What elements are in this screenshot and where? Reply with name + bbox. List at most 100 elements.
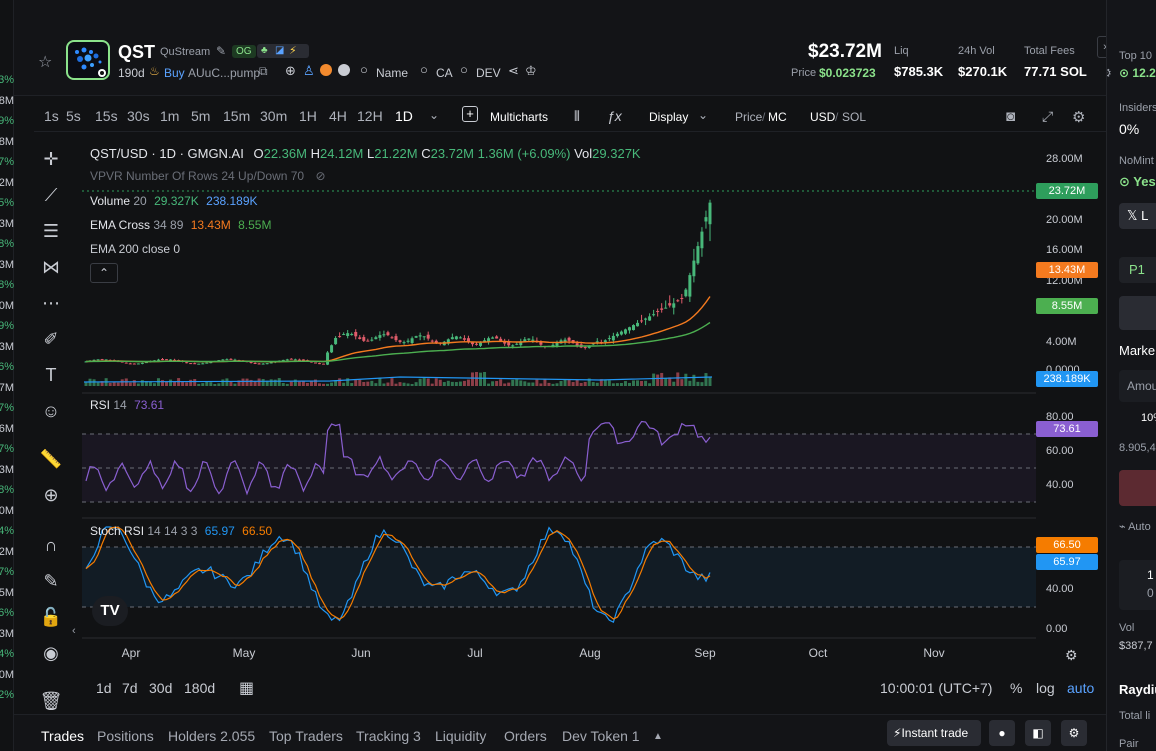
- volume-bar: [257, 378, 261, 386]
- collapse-legend-button[interactable]: ⌃: [90, 263, 118, 283]
- candle-body: [322, 363, 326, 365]
- chart-legend-main: QST/USD · 1D · GMGN.AI O22.36M H24.12M L…: [90, 146, 641, 161]
- volume-bar: [595, 382, 599, 386]
- stoch-axis-tick: 40.00: [1046, 583, 1074, 595]
- candle-body: [221, 359, 225, 361]
- volume-bar: [442, 382, 446, 386]
- tradingview-logo: TV: [92, 596, 128, 626]
- buy-button[interactable]: [1119, 470, 1156, 506]
- volume-bar: [92, 379, 96, 386]
- volume-bar: [636, 380, 640, 386]
- tab-positions[interactable]: Positions: [97, 728, 154, 744]
- eye-off-icon[interactable]: ⊘: [315, 169, 325, 183]
- clock[interactable]: 10:00:01 (UTC+7): [880, 680, 992, 696]
- tab-holders[interactable]: Holders 2.055: [168, 728, 255, 744]
- volume-bar: [233, 383, 237, 386]
- tab-top-traders[interactable]: Top Traders: [269, 728, 343, 744]
- layout-icon[interactable]: ◧: [1025, 720, 1051, 746]
- price-axis-tick: 4.00M: [1046, 336, 1077, 348]
- calendar-icon[interactable]: ▦: [239, 678, 254, 698]
- preset-p1[interactable]: P1: [1119, 257, 1156, 283]
- x-axis-tick: Jul: [467, 646, 482, 660]
- candle-body: [636, 322, 640, 327]
- tab-liquidity[interactable]: Liquidity: [435, 728, 486, 744]
- volume-bar: [201, 383, 205, 386]
- volume-bar: [627, 382, 631, 386]
- caret-up-icon[interactable]: ▲: [653, 731, 663, 742]
- candle-body: [672, 303, 676, 308]
- range-7d[interactable]: 7d: [122, 680, 138, 696]
- volume-bar: [535, 379, 539, 386]
- volume-bar: [676, 372, 680, 386]
- candle-body: [527, 338, 531, 340]
- chart-canvas[interactable]: 28.00M20.00M16.00M12.00M4.00M0.000080.00…: [0, 0, 1106, 700]
- x-axis-tick: Aug: [579, 646, 600, 660]
- volume-bar: [619, 383, 623, 386]
- volume-bar: [555, 383, 559, 386]
- vol-value-right: $387,7: [1119, 640, 1153, 652]
- volume-bar: [293, 379, 297, 386]
- candle-body: [382, 334, 386, 336]
- volume-bar: [350, 383, 354, 386]
- candle-body: [140, 362, 144, 364]
- stoch-k-tag: 65.97: [1036, 554, 1098, 570]
- candle-body: [450, 337, 454, 340]
- volume-bar: [140, 380, 144, 386]
- candle-body: [249, 361, 253, 363]
- settings-bottom-icon[interactable]: ⚙: [1061, 720, 1087, 746]
- rsi-axis-tick: 40.00: [1046, 479, 1074, 491]
- range-30d[interactable]: 30d: [149, 680, 172, 696]
- candle-body: [611, 335, 615, 341]
- volume-bar: [221, 379, 225, 386]
- range-1d[interactable]: 1d: [96, 680, 112, 696]
- stoch-legend: Stoch RSI 14 14 3 3 65.97 66.50: [90, 524, 273, 538]
- volume-bar: [499, 379, 503, 386]
- candle-body: [627, 327, 631, 331]
- candle-body: [386, 332, 390, 336]
- candle-body: [619, 331, 623, 335]
- tab-dev-token[interactable]: Dev Token 1: [562, 728, 640, 744]
- range-180d[interactable]: 180d: [184, 680, 215, 696]
- volume-bar: [305, 383, 309, 386]
- candle-body: [165, 359, 169, 361]
- bubble-icon[interactable]: ●: [989, 720, 1015, 746]
- candle-body: [374, 337, 378, 340]
- ema34-line: [85, 296, 711, 363]
- instant-trade-button[interactable]: ⚡Instant trade: [887, 720, 981, 746]
- volume-bar: [213, 383, 217, 386]
- volume-bar: [225, 378, 229, 386]
- auto-toggle[interactable]: auto: [1067, 680, 1094, 696]
- x-share-button[interactable]: 𝕏 L: [1119, 203, 1156, 229]
- volume-bar: [84, 382, 88, 386]
- volume-bar: [696, 381, 700, 386]
- right-panel: Top 10 ⚙ ⊙ 12.2 Insiders 0% NoMint ⊙ Yes…: [1106, 0, 1156, 751]
- candle-body: [664, 307, 668, 309]
- candle-body: [293, 359, 297, 361]
- volume-bar: [382, 383, 386, 386]
- auto-label[interactable]: ⌁ Auto: [1119, 520, 1151, 533]
- volume-bar: [543, 378, 547, 386]
- stoch-d-tag: 66.50: [1036, 537, 1098, 553]
- log-toggle[interactable]: log: [1036, 680, 1055, 696]
- volume-bar: [692, 374, 696, 386]
- percent-preset[interactable]: 10%: [1141, 412, 1156, 424]
- volume-bar: [261, 379, 265, 386]
- market-tab[interactable]: Marke: [1119, 343, 1155, 358]
- volume-bar: [217, 383, 221, 386]
- candle-body: [229, 358, 233, 360]
- volume-bar: [185, 382, 189, 386]
- candle-body: [269, 362, 273, 364]
- tab-tracking[interactable]: Tracking 3: [356, 728, 421, 744]
- x-axis-tick: May: [233, 646, 256, 660]
- settings-small-icon[interactable]: ⚙: [1107, 66, 1112, 80]
- tab-trades[interactable]: Trades: [41, 728, 84, 744]
- tab-orders[interactable]: Orders: [504, 728, 547, 744]
- amount-input[interactable]: Amou: [1119, 370, 1156, 402]
- candle-body: [688, 275, 692, 297]
- ema200-legend: EMA 200 close 0: [90, 242, 181, 256]
- candle-body: [261, 363, 265, 365]
- candle-body: [603, 340, 607, 343]
- percent-toggle[interactable]: %: [1010, 680, 1022, 696]
- buy-sell-toggle[interactable]: [1119, 296, 1156, 330]
- candle-body: [265, 363, 269, 365]
